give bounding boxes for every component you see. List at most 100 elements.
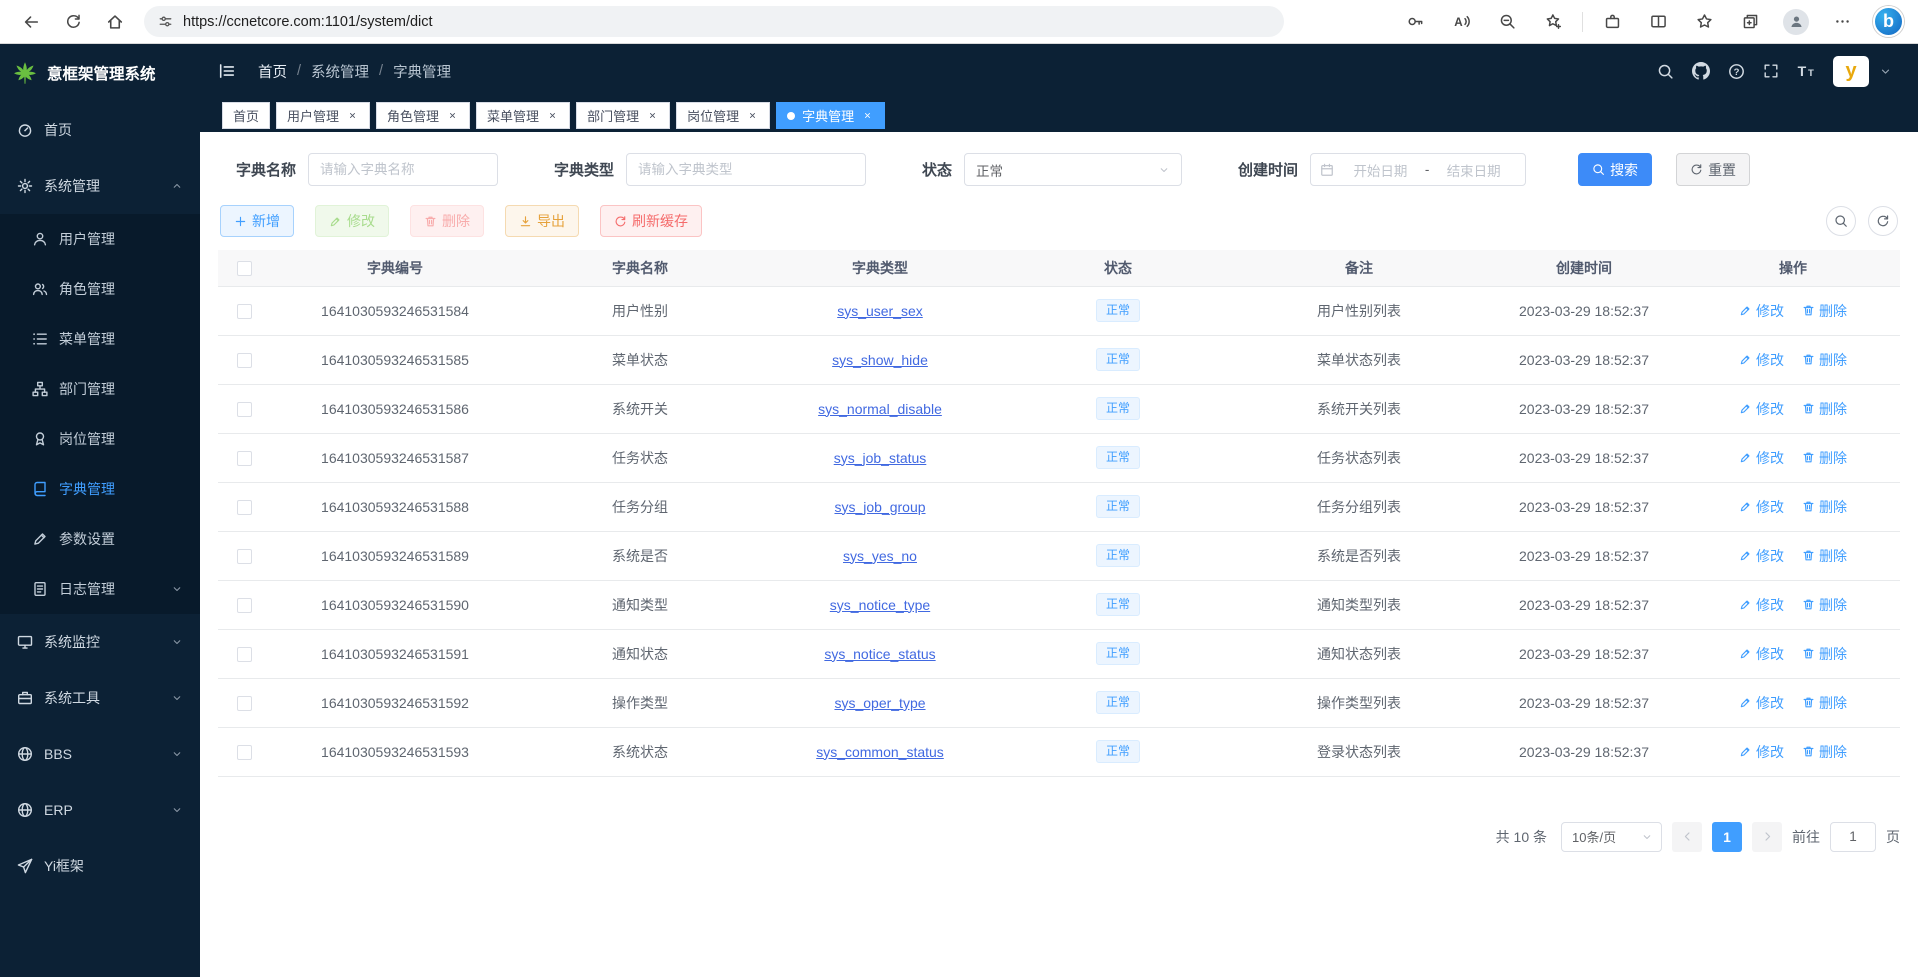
- font-size-button[interactable]: TT: [1797, 62, 1815, 80]
- row-edit-link[interactable]: 修改: [1739, 595, 1784, 615]
- row-checkbox[interactable]: [237, 647, 252, 662]
- sidebar-item-param-settings[interactable]: 参数设置: [0, 514, 200, 564]
- refresh-table-button[interactable]: [1868, 206, 1898, 236]
- select-all-checkbox[interactable]: [237, 261, 252, 276]
- row-checkbox[interactable]: [237, 745, 252, 760]
- sidebar-item-role-management[interactable]: 角色管理: [0, 264, 200, 314]
- tab-close-icon[interactable]: [546, 109, 559, 122]
- password-button[interactable]: [1394, 4, 1436, 40]
- read-aloud-button[interactable]: A: [1440, 4, 1482, 40]
- sidebar-item-yi-framework[interactable]: Yi框架: [0, 838, 200, 894]
- tab-role[interactable]: 角色管理: [376, 102, 470, 129]
- reload-button[interactable]: [52, 4, 94, 40]
- page-size-select[interactable]: 10条/页: [1561, 822, 1662, 852]
- sidebar-toggle-button[interactable]: [210, 56, 244, 86]
- row-checkbox[interactable]: [237, 353, 252, 368]
- date-range-picker[interactable]: 开始日期 - 结束日期: [1310, 153, 1526, 186]
- dict-name-input-field[interactable]: [320, 162, 486, 177]
- sidebar-item-system-monitor[interactable]: 系统监控: [0, 614, 200, 670]
- split-screen-button[interactable]: [1637, 4, 1679, 40]
- header-search-button[interactable]: [1657, 63, 1674, 80]
- tab-close-icon[interactable]: [446, 109, 459, 122]
- row-delete-link[interactable]: 删除: [1802, 693, 1847, 713]
- status-select[interactable]: 正常: [964, 153, 1182, 186]
- bing-button[interactable]: b: [1873, 6, 1904, 37]
- sidebar-item-dict-management[interactable]: 字典管理: [0, 464, 200, 514]
- dict-name-input[interactable]: [308, 153, 498, 186]
- refresh-cache-button[interactable]: 刷新缓存: [600, 205, 702, 237]
- dict-type-input-field[interactable]: [638, 162, 854, 177]
- dict-type-link[interactable]: sys_job_status: [834, 450, 927, 466]
- row-edit-link[interactable]: 修改: [1739, 448, 1784, 468]
- current-page-button[interactable]: 1: [1712, 822, 1742, 852]
- sidebar-item-system-management[interactable]: 系统管理: [0, 158, 200, 214]
- tab-close-icon[interactable]: [861, 109, 874, 122]
- row-delete-link[interactable]: 删除: [1802, 644, 1847, 664]
- tab-home[interactable]: 首页: [222, 102, 270, 129]
- sidebar-item-erp[interactable]: ERP: [0, 782, 200, 838]
- sidebar-item-menu-management[interactable]: 菜单管理: [0, 314, 200, 364]
- more-button[interactable]: [1821, 4, 1863, 40]
- github-button[interactable]: [1692, 62, 1710, 80]
- dict-type-link[interactable]: sys_notice_type: [830, 597, 930, 613]
- search-button[interactable]: 搜索: [1578, 153, 1652, 186]
- site-permissions-button[interactable]: [158, 14, 173, 29]
- next-page-button[interactable]: [1752, 822, 1782, 852]
- dict-type-link[interactable]: sys_show_hide: [832, 352, 928, 368]
- row-checkbox[interactable]: [237, 304, 252, 319]
- tab-menu[interactable]: 菜单管理: [476, 102, 570, 129]
- export-button[interactable]: 导出: [505, 205, 579, 237]
- row-delete-link[interactable]: 删除: [1802, 546, 1847, 566]
- delete-button[interactable]: 删除: [410, 205, 484, 237]
- row-delete-link[interactable]: 删除: [1802, 742, 1847, 762]
- add-favorite-button[interactable]: [1532, 4, 1574, 40]
- row-edit-link[interactable]: 修改: [1739, 350, 1784, 370]
- toggle-search-button[interactable]: [1826, 206, 1856, 236]
- row-delete-link[interactable]: 删除: [1802, 399, 1847, 419]
- user-avatar[interactable]: y: [1833, 56, 1869, 87]
- breadcrumb-item-1[interactable]: 系统管理: [311, 61, 369, 82]
- row-checkbox[interactable]: [237, 402, 252, 417]
- sidebar-item-user-management[interactable]: 用户管理: [0, 214, 200, 264]
- dict-type-link[interactable]: sys_yes_no: [843, 548, 917, 564]
- sidebar-item-dept-management[interactable]: 部门管理: [0, 364, 200, 414]
- goto-page-input[interactable]: [1830, 822, 1876, 852]
- reset-button[interactable]: 重置: [1676, 153, 1750, 186]
- row-delete-link[interactable]: 删除: [1802, 301, 1847, 321]
- help-button[interactable]: ?: [1728, 63, 1745, 80]
- row-edit-link[interactable]: 修改: [1739, 742, 1784, 762]
- sidebar-item-bbs[interactable]: BBS: [0, 726, 200, 782]
- row-delete-link[interactable]: 删除: [1802, 497, 1847, 517]
- extensions-button[interactable]: [1591, 4, 1633, 40]
- profile-button[interactable]: [1775, 4, 1817, 40]
- row-edit-link[interactable]: 修改: [1739, 644, 1784, 664]
- row-edit-link[interactable]: 修改: [1739, 301, 1784, 321]
- back-button[interactable]: [10, 4, 52, 40]
- dict-type-link[interactable]: sys_user_sex: [837, 303, 923, 319]
- row-checkbox[interactable]: [237, 500, 252, 515]
- row-checkbox[interactable]: [237, 696, 252, 711]
- favorites-button[interactable]: [1683, 4, 1725, 40]
- row-delete-link[interactable]: 删除: [1802, 595, 1847, 615]
- tab-close-icon[interactable]: [346, 109, 359, 122]
- breadcrumb-item-0[interactable]: 首页: [258, 61, 287, 82]
- row-checkbox[interactable]: [237, 598, 252, 613]
- tab-close-icon[interactable]: [646, 109, 659, 122]
- tab-dict[interactable]: 字典管理: [776, 102, 885, 129]
- row-edit-link[interactable]: 修改: [1739, 497, 1784, 517]
- row-edit-link[interactable]: 修改: [1739, 546, 1784, 566]
- sidebar-item-home[interactable]: 首页: [0, 102, 200, 158]
- tab-post[interactable]: 岗位管理: [676, 102, 770, 129]
- row-delete-link[interactable]: 删除: [1802, 350, 1847, 370]
- row-edit-link[interactable]: 修改: [1739, 693, 1784, 713]
- dict-type-link[interactable]: sys_notice_status: [824, 646, 935, 662]
- dict-type-input[interactable]: [626, 153, 866, 186]
- dict-type-link[interactable]: sys_common_status: [816, 744, 944, 760]
- fullscreen-button[interactable]: [1763, 63, 1779, 79]
- tab-close-icon[interactable]: [746, 109, 759, 122]
- home-button[interactable]: [94, 4, 136, 40]
- row-edit-link[interactable]: 修改: [1739, 399, 1784, 419]
- zoom-button[interactable]: [1486, 4, 1528, 40]
- user-menu-caret[interactable]: [1879, 65, 1892, 78]
- add-button[interactable]: 新增: [220, 205, 294, 237]
